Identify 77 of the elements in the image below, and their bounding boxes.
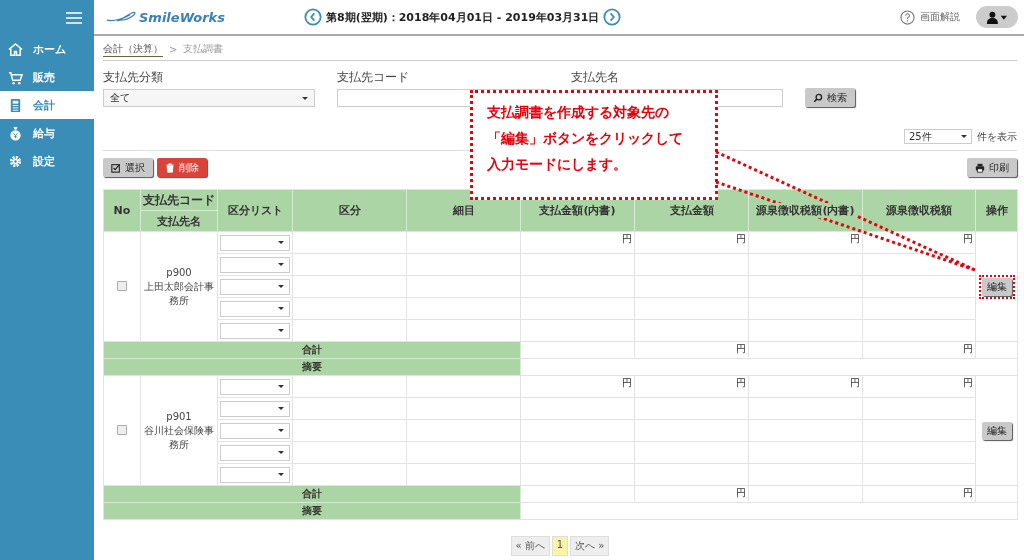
yen-unit: 円 bbox=[736, 377, 746, 388]
calculator-icon bbox=[8, 97, 23, 113]
column-header: 源泉徴収税額 bbox=[862, 189, 976, 232]
payee-code: p901 bbox=[165, 409, 193, 424]
sidebar-item[interactable]: ホーム bbox=[0, 35, 94, 63]
payee-name: 谷川社会保険事務所 bbox=[143, 423, 215, 452]
edit-button[interactable]: 編集 bbox=[981, 277, 1012, 296]
category-dropdown[interactable]: 全て bbox=[103, 89, 315, 107]
page-link[interactable]: 1 bbox=[551, 536, 569, 556]
category-dropdown[interactable] bbox=[220, 400, 290, 417]
checkbox-icon bbox=[111, 162, 121, 173]
page-size-dropdown[interactable]: 25件 bbox=[904, 129, 972, 144]
category-dropdown[interactable] bbox=[220, 234, 290, 251]
column-header: 支払先コード bbox=[140, 189, 218, 211]
menu-icon[interactable] bbox=[66, 11, 82, 24]
sidebar-item[interactable]: 会計 bbox=[0, 91, 94, 119]
page-size-label: 件を表示 bbox=[977, 129, 1017, 144]
yen-unit: 円 bbox=[963, 343, 973, 354]
delete-button[interactable]: 削除 bbox=[157, 158, 207, 177]
search-icon bbox=[813, 92, 823, 103]
column-header: 源泉徴収税額(内書) bbox=[754, 203, 857, 218]
next-icon[interactable] bbox=[603, 8, 622, 26]
select-button[interactable]: 選択 bbox=[103, 158, 153, 177]
breadcrumb-separator: > bbox=[169, 43, 178, 55]
breadcrumb-link[interactable]: 会計（決算） bbox=[103, 41, 163, 57]
cart-icon bbox=[8, 69, 23, 85]
sidebar-item[interactable]: 給与 bbox=[0, 119, 94, 147]
filter-label: 支払先分類 bbox=[103, 69, 164, 86]
filter-label: 支払先名 bbox=[571, 69, 620, 86]
yen-unit: 円 bbox=[736, 343, 746, 354]
breadcrumb-current: 支払調書 bbox=[183, 42, 224, 56]
category-dropdown[interactable] bbox=[220, 378, 290, 395]
instruction-tooltip: 支払調書を作成する対象先の「編集」ボタンをクリックして入力モードにします。 bbox=[470, 90, 718, 200]
edit-button[interactable]: 編集 bbox=[981, 421, 1012, 440]
payee-name: 上田太郎会計事務所 bbox=[143, 279, 215, 308]
yen-unit: 円 bbox=[850, 233, 860, 244]
row-checkbox[interactable] bbox=[117, 424, 127, 435]
previous-page-link[interactable]: « 前へ bbox=[510, 536, 550, 556]
printer-icon bbox=[975, 162, 985, 173]
yen-unit: 円 bbox=[963, 487, 973, 498]
user-icon bbox=[986, 10, 1008, 24]
home-icon bbox=[8, 41, 23, 57]
category-dropdown[interactable] bbox=[220, 256, 290, 273]
yen-unit: 円 bbox=[622, 377, 632, 388]
fiscal-period: 第8期(翌期)：2018年04月01日 - 2019年03月31日 bbox=[326, 9, 600, 25]
print-button[interactable]: 印刷 bbox=[967, 158, 1017, 177]
category-dropdown[interactable] bbox=[220, 278, 290, 295]
sidebar-item[interactable]: 設定 bbox=[0, 147, 94, 175]
category-dropdown[interactable] bbox=[220, 466, 290, 483]
column-header: No bbox=[103, 189, 141, 232]
filter-label: 支払先コード bbox=[337, 69, 410, 86]
yen-unit: 円 bbox=[736, 233, 746, 244]
money-bag-icon bbox=[8, 125, 23, 141]
category-dropdown[interactable] bbox=[220, 444, 290, 461]
yen-unit: 円 bbox=[850, 377, 860, 388]
help-link[interactable]: 画面解説 bbox=[900, 9, 960, 25]
column-header: 区分 bbox=[292, 189, 407, 232]
trash-icon bbox=[165, 162, 175, 173]
settings-icon bbox=[8, 153, 23, 169]
row-checkbox[interactable] bbox=[117, 280, 127, 291]
previous-icon[interactable] bbox=[304, 8, 322, 26]
category-dropdown[interactable] bbox=[220, 422, 290, 439]
yen-unit: 円 bbox=[963, 377, 973, 388]
yen-unit: 円 bbox=[963, 233, 973, 244]
category-dropdown[interactable] bbox=[220, 322, 290, 339]
category-dropdown[interactable] bbox=[220, 300, 290, 317]
logo[interactable]: SmileWorks bbox=[106, 9, 296, 25]
user-menu-button[interactable] bbox=[976, 6, 1018, 28]
payee-code: p900 bbox=[165, 265, 193, 280]
column-header: 区分リスト bbox=[217, 189, 293, 232]
sidebar-item[interactable]: 販売 bbox=[0, 63, 94, 91]
yen-unit: 円 bbox=[736, 487, 746, 498]
next-page-link[interactable]: 次へ » bbox=[570, 536, 610, 556]
column-header: 操作 bbox=[975, 189, 1018, 232]
search-button[interactable]: 検索 bbox=[805, 88, 855, 107]
help-icon bbox=[900, 9, 915, 25]
yen-unit: 円 bbox=[622, 233, 632, 244]
